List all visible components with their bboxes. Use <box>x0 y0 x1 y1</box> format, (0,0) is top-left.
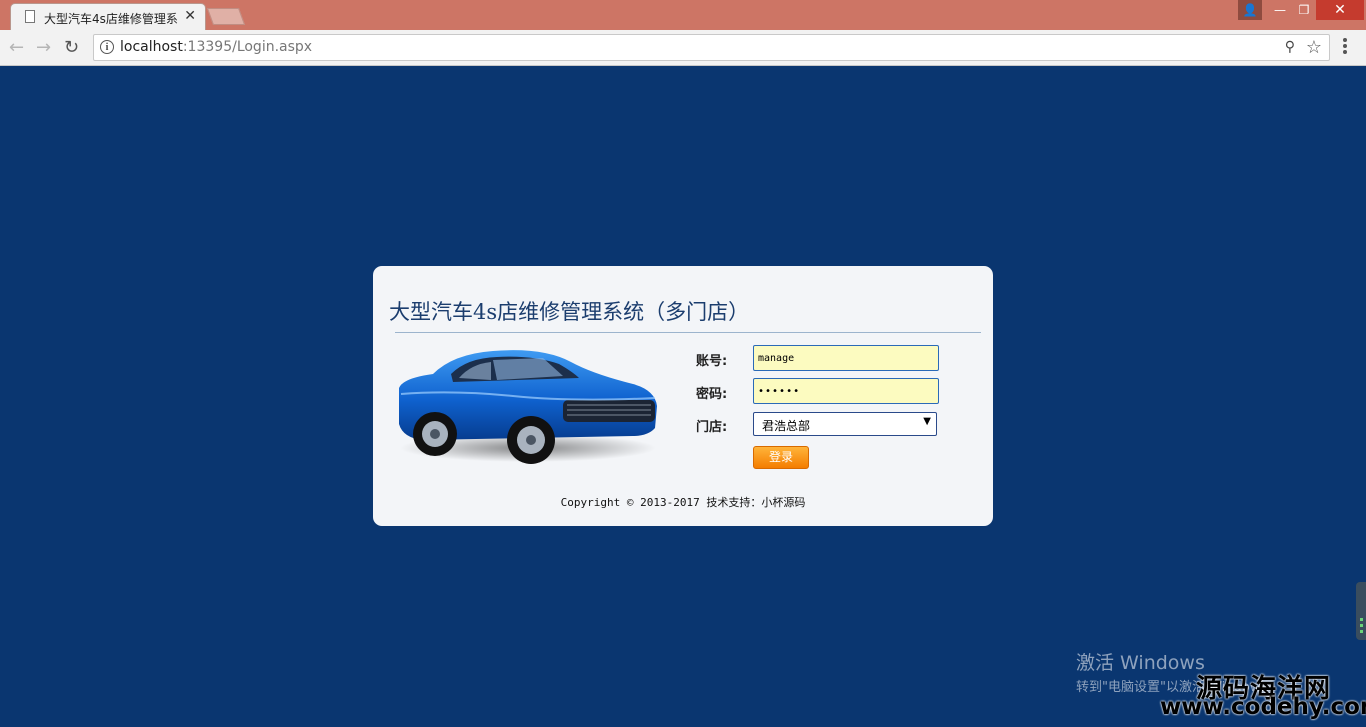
store-select[interactable]: 君浩总部 ▼ <box>753 412 937 436</box>
url-path: :13395/Login.aspx <box>182 39 313 55</box>
account-label: 账号: <box>696 354 728 369</box>
forward-arrow-icon[interactable]: → <box>36 37 51 58</box>
login-button[interactable]: 登录 <box>753 446 809 469</box>
password-label: 密码: <box>696 387 728 402</box>
car-illustration <box>399 350 657 464</box>
side-widget[interactable] <box>1356 582 1366 640</box>
browser-tab[interactable]: 大型汽车4s店维修管理系 ✕ <box>10 3 206 30</box>
restore-button[interactable]: ❐ <box>1292 0 1316 20</box>
windows-activation-title: 激活 Windows <box>1076 652 1205 674</box>
password-input[interactable] <box>753 378 939 404</box>
close-window-button[interactable]: ✕ <box>1316 0 1364 20</box>
watermark-url: www.codehy.com <box>1160 694 1366 720</box>
tab-close-icon[interactable]: ✕ <box>184 8 196 24</box>
url-text[interactable]: localhost:13395/Login.aspx <box>120 39 312 55</box>
reload-icon[interactable]: ↻ <box>64 37 79 58</box>
tab-title: 大型汽车4s店维修管理系 <box>44 12 178 26</box>
url-host: localhost <box>120 39 183 55</box>
browser-menu-icon[interactable] <box>1343 38 1347 56</box>
title-divider <box>395 332 981 333</box>
store-label: 门店: <box>696 420 728 435</box>
document-icon <box>25 10 35 23</box>
copyright-text: Copyright © 2013-2017 技术支持：小杯源码 <box>560 496 806 509</box>
system-title: 大型汽车4s店维修管理系统（多门店） <box>389 300 750 324</box>
bookmark-star-icon[interactable]: ☆ <box>1306 37 1322 58</box>
account-input[interactable] <box>753 345 939 371</box>
new-tab-button[interactable] <box>206 8 246 25</box>
password-key-icon[interactable]: ⚲ <box>1285 39 1295 55</box>
store-selected-value: 君浩总部 <box>762 419 811 433</box>
browser-titlebar: 大型汽车4s店维修管理系 ✕ 👤 — ❐ ✕ <box>0 0 1366 30</box>
browser-toolbar: ← → ↻ i localhost:13395/Login.aspx ⚲ ☆ <box>0 30 1366 66</box>
minimize-button[interactable]: — <box>1268 0 1292 20</box>
profile-icon[interactable]: 👤 <box>1238 0 1262 20</box>
address-bar[interactable]: i localhost:13395/Login.aspx ⚲ ☆ <box>93 34 1330 61</box>
back-arrow-icon[interactable]: ← <box>9 37 24 58</box>
login-panel: 大型汽车4s店维修管理系统（多门店） 账号: 密码: <box>373 266 993 526</box>
site-info-icon[interactable]: i <box>100 40 114 54</box>
dropdown-arrow-icon: ▼ <box>923 416 931 427</box>
